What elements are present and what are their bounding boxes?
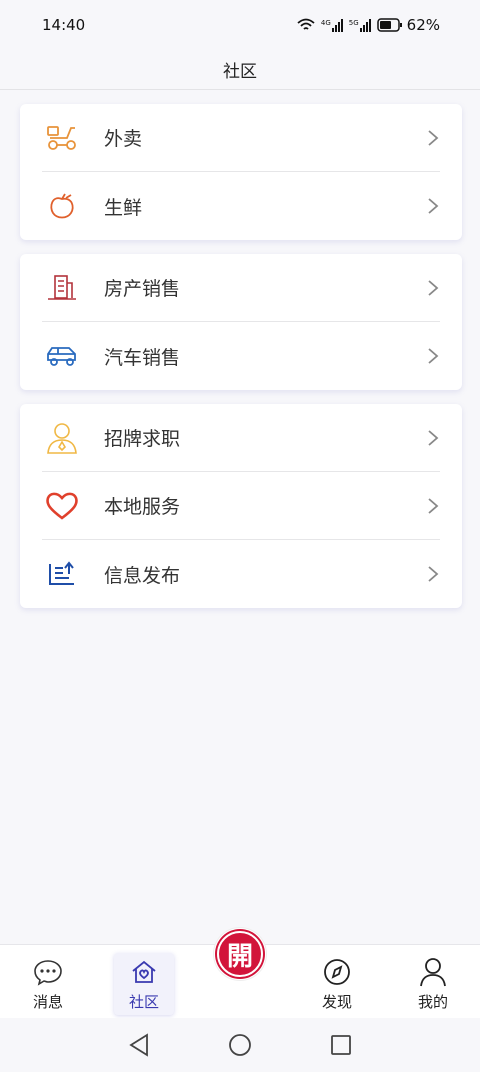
menu-item-label: 汽车销售 bbox=[104, 346, 181, 369]
tab-label: 社区 bbox=[128, 992, 159, 1011]
menu-item-label: 外卖 bbox=[104, 128, 143, 150]
battery: 62% bbox=[376, 16, 440, 34]
tab-messages[interactable]: 消息 bbox=[18, 953, 78, 1015]
signal-4g-icon: 4G bbox=[320, 18, 343, 32]
menu-groups: 外卖 生鲜 房产销售 汽车销售 招牌求职 本地服务 信息发布 bbox=[20, 104, 462, 622]
tab-label: 我的 bbox=[417, 992, 448, 1011]
tab-label: 发现 bbox=[321, 992, 352, 1011]
fab-glyph: 開 bbox=[217, 931, 263, 977]
menu-card-food: 外卖 生鲜 bbox=[20, 104, 462, 240]
menu-item-realestate[interactable]: 房产销售 bbox=[42, 254, 440, 322]
nav-back-icon[interactable] bbox=[128, 1033, 150, 1057]
center-action-button[interactable]: 開 bbox=[214, 928, 266, 980]
car-icon bbox=[44, 338, 80, 374]
status-time: 14:40 bbox=[42, 16, 86, 34]
menu-item-publish[interactable]: 信息发布 bbox=[42, 540, 440, 608]
tab-community[interactable]: 社区 bbox=[114, 953, 174, 1015]
chevron-right-icon bbox=[428, 566, 439, 582]
chevron-right-icon bbox=[428, 198, 439, 214]
compass-icon bbox=[322, 957, 352, 987]
menu-item-jobs[interactable]: 招牌求职 bbox=[42, 404, 440, 472]
tab-discover[interactable]: 发现 bbox=[307, 953, 367, 1015]
user-icon bbox=[418, 957, 448, 987]
chevron-right-icon bbox=[428, 429, 439, 446]
menu-item-car-sales[interactable]: 汽车销售 bbox=[42, 322, 440, 390]
menu-item-label: 招牌求职 bbox=[104, 428, 181, 450]
signal-5g-icon: 5G bbox=[348, 18, 371, 32]
menu-card-services: 招牌求职 本地服务 信息发布 bbox=[20, 404, 462, 608]
net1-label: 4G bbox=[320, 18, 331, 27]
tab-label: 消息 bbox=[32, 992, 63, 1011]
status-icons: 4G 5G 62% bbox=[297, 16, 440, 34]
page-header: 社区 bbox=[0, 50, 480, 90]
chat-icon bbox=[33, 957, 63, 987]
page-title: 社区 bbox=[223, 62, 257, 82]
status-bar: 14:40 4G 5G 62% bbox=[0, 0, 480, 50]
wifi-icon bbox=[297, 18, 315, 30]
person-icon bbox=[44, 420, 80, 456]
system-nav-bar bbox=[0, 1018, 480, 1072]
battery-icon bbox=[376, 18, 402, 32]
chevron-right-icon bbox=[428, 348, 439, 364]
scooter-icon bbox=[44, 120, 80, 156]
menu-item-local-services[interactable]: 本地服务 bbox=[42, 472, 440, 540]
battery-percent: 62% bbox=[406, 16, 440, 34]
menu-item-fresh[interactable]: 生鲜 bbox=[42, 172, 440, 240]
nav-home-icon[interactable] bbox=[228, 1033, 252, 1057]
home-icon bbox=[129, 957, 159, 987]
menu-item-label: 房产销售 bbox=[104, 278, 181, 300]
nav-recents-icon[interactable] bbox=[330, 1034, 352, 1056]
chevron-right-icon bbox=[428, 129, 439, 146]
chevron-right-icon bbox=[428, 497, 439, 514]
building-icon bbox=[44, 270, 80, 306]
menu-item-takeout[interactable]: 外卖 bbox=[42, 104, 440, 172]
menu-item-label: 本地服务 bbox=[104, 496, 181, 518]
tab-mine[interactable]: 我的 bbox=[403, 953, 463, 1015]
heart-icon bbox=[44, 488, 80, 524]
menu-item-label: 信息发布 bbox=[104, 564, 181, 587]
menu-item-label: 生鲜 bbox=[104, 196, 143, 219]
menu-card-sales: 房产销售 汽车销售 bbox=[20, 254, 462, 390]
publish-icon bbox=[44, 556, 80, 592]
chevron-right-icon bbox=[428, 279, 439, 296]
fruit-icon bbox=[44, 188, 80, 224]
net2-label: 5G bbox=[348, 18, 359, 27]
